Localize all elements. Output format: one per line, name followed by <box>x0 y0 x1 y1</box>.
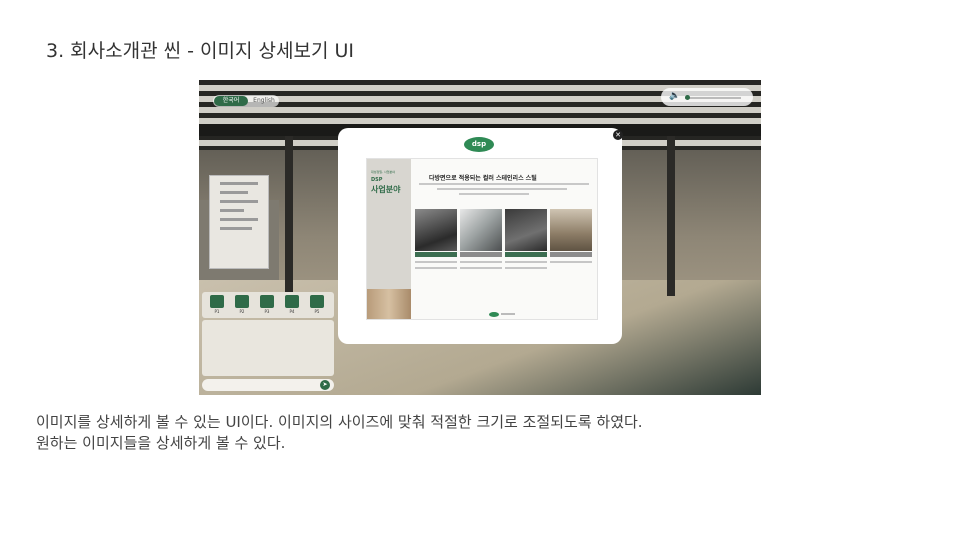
photo-caption-bar <box>550 252 592 257</box>
language-english-button[interactable]: English <box>251 96 277 106</box>
pillar <box>285 136 293 306</box>
photo-building <box>460 209 502 251</box>
photo-desc-line <box>505 261 547 263</box>
slide-title: 3. 회사소개관 씬 - 이미지 상세보기 UI <box>46 40 354 62</box>
photo-appliance <box>505 209 547 251</box>
app-screenshot: 한국어 English 🔈 P1 P2 P3 P4 P5 ➤ ✕ dsp 대성정… <box>199 80 761 395</box>
panel-button-p3[interactable] <box>260 295 274 308</box>
info-board <box>209 175 269 269</box>
photo-desc-line <box>460 267 502 269</box>
control-panel: P1 P2 P3 P4 P5 ➤ <box>202 292 334 392</box>
slide-caption: 이미지를 상세하게 볼 수 있는 UI이다. 이미지의 사이즈에 맞춰 적절한 … <box>36 412 936 454</box>
photo-desc-line <box>460 261 502 263</box>
panel-label: P4 <box>289 309 295 314</box>
panel-button-p2[interactable] <box>235 295 249 308</box>
send-icon[interactable]: ➤ <box>320 380 330 390</box>
doc-footer-text <box>501 313 515 315</box>
volume-slider-handle[interactable] <box>685 95 690 100</box>
speaker-icon[interactable]: 🔈 <box>669 91 680 101</box>
photo-desc-line <box>415 261 457 263</box>
photo-interior <box>550 209 592 251</box>
detail-image: 대성정밀, 사업분야 DSP 사업분야 다방면으로 적용되는 컬러 스테인리스 … <box>366 158 598 320</box>
caption-line: 이미지를 상세하게 볼 수 있는 UI이다. 이미지의 사이즈에 맞춰 적절한 … <box>36 413 643 431</box>
doc-text-line <box>437 188 567 190</box>
panel-label: P5 <box>314 309 320 314</box>
chat-log <box>202 320 334 376</box>
panel-label: P3 <box>264 309 270 314</box>
photo-desc-line <box>505 267 547 269</box>
chat-input[interactable] <box>202 379 334 391</box>
doc-wood-image <box>367 289 411 319</box>
doc-text-line <box>459 193 529 195</box>
language-korean-button[interactable]: 한국어 <box>214 96 248 106</box>
panel-button-p4[interactable] <box>285 295 299 308</box>
pillar <box>667 136 675 296</box>
doc-subtitle: 대성정밀, 사업분야 <box>371 170 395 174</box>
photo-caption-bar <box>460 252 502 257</box>
panel-button-bar: P1 P2 P3 P4 P5 <box>202 292 334 318</box>
doc-footer-logo <box>489 312 499 317</box>
photo-desc-line <box>415 267 457 269</box>
doc-brand: DSP <box>371 177 383 183</box>
panel-label: P2 <box>239 309 245 314</box>
panel-button-p5[interactable] <box>310 295 324 308</box>
panel-label: P1 <box>214 309 220 314</box>
photo-desc-line <box>550 261 592 263</box>
doc-heading: 다방면으로 적용되는 컬러 스테인리스 스틸 <box>429 175 537 182</box>
dsp-logo: dsp <box>464 137 494 152</box>
close-icon[interactable]: ✕ <box>613 130 623 140</box>
panel-button-p1[interactable] <box>210 295 224 308</box>
caption-line: 원하는 이미지들을 상세하게 볼 수 있다. <box>36 434 286 452</box>
photo-caption-bar <box>505 252 547 257</box>
doc-section-title: 사업분야 <box>371 185 401 194</box>
photo-caption-bar <box>415 252 457 257</box>
volume-slider[interactable] <box>685 97 741 99</box>
doc-text-line <box>419 183 589 185</box>
photo-car <box>415 209 457 251</box>
